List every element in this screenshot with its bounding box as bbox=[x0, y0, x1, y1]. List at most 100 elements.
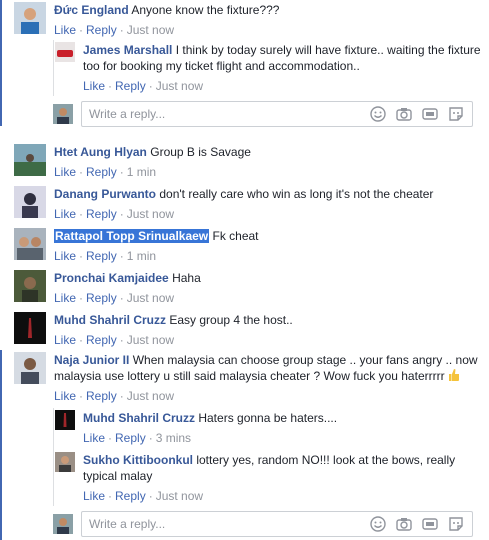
comment-text: Haters gonna be haters.... bbox=[198, 411, 338, 425]
timestamp[interactable]: Just now bbox=[127, 23, 174, 37]
timestamp[interactable]: Just now bbox=[156, 79, 203, 93]
commenter-name[interactable]: Sukho Kittiboonkul bbox=[83, 453, 193, 467]
comment: Đức England Anyone know the fixture??? L… bbox=[14, 2, 484, 38]
separator: · bbox=[108, 431, 113, 445]
camera-icon[interactable] bbox=[396, 106, 412, 122]
avatar[interactable] bbox=[55, 410, 75, 430]
separator: · bbox=[119, 23, 124, 37]
comment-text: Anyone know the fixture??? bbox=[131, 3, 280, 17]
comment: Rattapol Topp Srinualkaew Fk cheat Like ·… bbox=[14, 228, 484, 264]
separator: · bbox=[119, 249, 124, 263]
reply-input[interactable]: Write a reply... bbox=[81, 101, 473, 127]
avatar[interactable] bbox=[14, 2, 46, 34]
timestamp[interactable]: 1 min bbox=[127, 249, 156, 263]
separator: · bbox=[119, 389, 124, 403]
reply-input[interactable]: Write a reply... bbox=[81, 511, 473, 537]
separator: · bbox=[148, 489, 153, 503]
separator: · bbox=[108, 79, 113, 93]
separator: · bbox=[79, 333, 84, 347]
comment-actions: Like · Reply · Just now bbox=[54, 388, 484, 404]
timestamp[interactable]: Just now bbox=[127, 389, 174, 403]
reply-comment: James Marshall I think by today surely w… bbox=[55, 42, 485, 94]
thumbs-up-emoji-icon bbox=[448, 369, 459, 381]
avatar[interactable] bbox=[14, 352, 46, 384]
reply-rail bbox=[53, 40, 54, 96]
comment-text: Haha bbox=[172, 271, 201, 285]
commenter-name[interactable]: Muhd Shahril Cruzz bbox=[54, 313, 166, 327]
camera-icon[interactable] bbox=[396, 516, 412, 532]
avatar[interactable] bbox=[55, 42, 75, 62]
commenter-name[interactable]: Đức England bbox=[54, 3, 129, 17]
reply-link[interactable]: Reply bbox=[86, 291, 117, 305]
reply-link[interactable]: Reply bbox=[86, 389, 117, 403]
comment-actions: Like · Reply · Just now bbox=[83, 78, 485, 94]
timestamp[interactable]: Just now bbox=[127, 207, 174, 221]
commenter-name[interactable]: James Marshall bbox=[83, 43, 172, 57]
separator: · bbox=[119, 333, 124, 347]
like-link[interactable]: Like bbox=[54, 165, 76, 179]
comment-actions: Like · Reply · Just now bbox=[54, 332, 484, 348]
timestamp[interactable]: Just now bbox=[127, 333, 174, 347]
commenter-name[interactable]: Rattapol Topp Srinualkaew bbox=[54, 229, 210, 243]
reply-composer: Write a reply... bbox=[53, 511, 473, 537]
like-link[interactable]: Like bbox=[54, 333, 76, 347]
timestamp[interactable]: 3 mins bbox=[156, 431, 191, 445]
reply-link[interactable]: Reply bbox=[86, 165, 117, 179]
reply-input-placeholder: Write a reply... bbox=[89, 107, 166, 121]
comment: Danang Purwanto don't really care who wi… bbox=[14, 186, 484, 222]
reply-link[interactable]: Reply bbox=[86, 333, 117, 347]
commenter-name[interactable]: Naja Junior II bbox=[54, 353, 129, 367]
separator: · bbox=[148, 79, 153, 93]
gif-icon[interactable] bbox=[422, 106, 438, 122]
comment-text: Easy group 4 the host.. bbox=[169, 313, 293, 327]
reply-link[interactable]: Reply bbox=[86, 207, 117, 221]
comment: Htet Aung Hlyan Group B is Savage Like · R… bbox=[14, 144, 484, 180]
sticker-icon[interactable] bbox=[448, 516, 464, 532]
comment: Pronchai Kamjaidee Haha Like · Reply · Just … bbox=[14, 270, 484, 306]
comment: Muhd Shahril Cruzz Easy group 4 the host… bbox=[14, 312, 484, 348]
avatar[interactable] bbox=[14, 270, 46, 302]
reply-link[interactable]: Reply bbox=[115, 489, 146, 503]
commenter-name[interactable]: Htet Aung Hlyan bbox=[54, 145, 147, 159]
timestamp[interactable]: 1 min bbox=[127, 165, 156, 179]
avatar bbox=[53, 514, 73, 534]
comment-thread: Pronchai Kamjaidee Haha Like · Reply · Just … bbox=[0, 268, 489, 306]
separator: · bbox=[79, 165, 84, 179]
comment-thread: Rattapol Topp Srinualkaew Fk cheat Like ·… bbox=[0, 226, 489, 264]
commenter-name[interactable]: Danang Purwanto bbox=[54, 187, 156, 201]
like-link[interactable]: Like bbox=[54, 291, 76, 305]
comment-actions: Like · Reply · 1 min bbox=[54, 164, 484, 180]
like-link[interactable]: Like bbox=[54, 23, 76, 37]
reply-link[interactable]: Reply bbox=[115, 431, 146, 445]
reply-input-placeholder: Write a reply... bbox=[89, 517, 166, 531]
like-link[interactable]: Like bbox=[83, 489, 105, 503]
commenter-name[interactable]: Muhd Shahril Cruzz bbox=[83, 411, 195, 425]
separator: · bbox=[119, 165, 124, 179]
reply-link[interactable]: Reply bbox=[86, 23, 117, 37]
separator: · bbox=[79, 389, 84, 403]
composer-tools bbox=[370, 106, 464, 122]
like-link[interactable]: Like bbox=[83, 79, 105, 93]
reply-link[interactable]: Reply bbox=[86, 249, 117, 263]
like-link[interactable]: Like bbox=[54, 249, 76, 263]
like-link[interactable]: Like bbox=[83, 431, 105, 445]
commenter-name[interactable]: Pronchai Kamjaidee bbox=[54, 271, 169, 285]
timestamp[interactable]: Just now bbox=[127, 291, 174, 305]
like-link[interactable]: Like bbox=[54, 207, 76, 221]
avatar[interactable] bbox=[14, 186, 46, 218]
avatar[interactable] bbox=[55, 452, 75, 472]
emoji-icon[interactable] bbox=[370, 106, 386, 122]
reply-composer: Write a reply... bbox=[53, 101, 473, 127]
avatar[interactable] bbox=[14, 312, 46, 344]
reply-comment: Muhd Shahril Cruzz Haters gonna be hater… bbox=[55, 410, 485, 446]
emoji-icon[interactable] bbox=[370, 516, 386, 532]
avatar[interactable] bbox=[14, 228, 46, 260]
avatar[interactable] bbox=[14, 144, 46, 176]
like-link[interactable]: Like bbox=[54, 389, 76, 403]
gif-icon[interactable] bbox=[422, 516, 438, 532]
sticker-icon[interactable] bbox=[448, 106, 464, 122]
reply-link[interactable]: Reply bbox=[115, 79, 146, 93]
composer-tools bbox=[370, 516, 464, 532]
comment-actions: Like · Reply · Just now bbox=[54, 206, 484, 222]
timestamp[interactable]: Just now bbox=[156, 489, 203, 503]
